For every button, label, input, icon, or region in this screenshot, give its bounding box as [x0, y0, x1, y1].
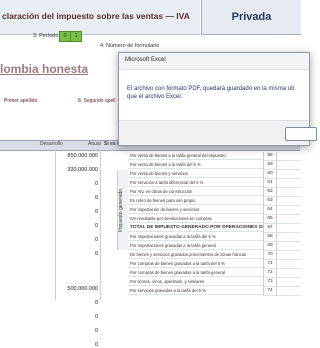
amount-cell[interactable]: 0 — [54, 237, 98, 243]
column-header: Anual — [88, 141, 101, 147]
form-row-code: 68 — [263, 233, 276, 242]
form-row-label: Por servicios gravados a la tarifa del 5… — [128, 287, 263, 295]
form-row-label: Por importaciones gravadas a la tarifa d… — [128, 233, 263, 241]
form-row-value[interactable] — [276, 215, 301, 224]
dialog-title: Microsoft Excel — [125, 57, 166, 63]
excel-dialog: Microsoft Excel El archivo con formato P… — [118, 52, 317, 146]
form-row-code: 64 — [263, 206, 276, 215]
amount-cell[interactable]: 850.000.000 — [54, 153, 98, 159]
form-row-code: 65 — [263, 215, 276, 224]
amount-cell[interactable]: 0 — [54, 223, 98, 229]
form-title: claración del impuesto sobre las ventas … — [2, 11, 190, 21]
form-row-code: 59 — [263, 161, 276, 170]
dialog-message-line: que el archivo Excel. — [127, 94, 183, 100]
form-row-code: 73 — [263, 278, 276, 287]
form-row-value[interactable] — [276, 251, 301, 260]
amount-cell[interactable]: 330.000.000 — [54, 167, 98, 173]
primer-apellido-label: Primer apellido — [4, 98, 38, 104]
form-row-code: 69 — [263, 242, 276, 251]
form-row-code: 63 — [263, 197, 276, 206]
form-row-value[interactable] — [276, 170, 301, 179]
form-row-label: De bienes y servicios gravados provenien… — [128, 251, 263, 259]
form-row-label: Por AIU en obras de construcción — [128, 188, 263, 196]
form-row-code: 60 — [263, 170, 276, 179]
form-row-value[interactable] — [276, 269, 301, 278]
form-row-label: Por importación de bienes y servicios — [128, 206, 263, 214]
form-row-label: Por licores, vinos, aperitivos, y simila… — [128, 278, 263, 286]
form-row-value[interactable] — [276, 233, 301, 242]
periodo-cell[interactable]: 1 — [70, 31, 82, 42]
amount-cell[interactable]: 0 — [54, 181, 98, 187]
form-row-label: Por compras de bienes gravados a la tari… — [128, 269, 263, 277]
amount-cell[interactable]: 0 — [54, 328, 98, 334]
ok-button[interactable] — [285, 127, 317, 141]
form-row-label: Por venta de bienes a la tarifa general … — [128, 152, 263, 160]
form-row-value[interactable] — [276, 224, 301, 233]
form-row-value[interactable] — [276, 179, 301, 188]
dialog-message-line: El archivo con formato PDF, quedará guar… — [127, 86, 295, 92]
segundo-apellido-label: 8. Segundo apell — [78, 98, 116, 104]
form-row-code: 58 — [263, 152, 276, 161]
form-row-code: 74 — [263, 287, 276, 296]
form-row-code: 61 — [263, 179, 276, 188]
amount-cell[interactable]: 0 — [54, 300, 98, 306]
form-row-code: 70 — [263, 251, 276, 260]
form-row-value[interactable] — [276, 197, 301, 206]
form-row-label: Por venta de bienes y servicios — [128, 170, 263, 178]
form-row-value[interactable] — [276, 242, 301, 251]
form-row-value[interactable] — [276, 278, 301, 287]
amount-cell[interactable]: 500.000.000 — [54, 286, 98, 292]
form-row-value[interactable] — [276, 206, 301, 215]
form-row-label: En retiro de bienes para uso propio — [128, 197, 263, 205]
form-row-label: Por venta de bienes a la tarifa del 5 % — [128, 161, 263, 169]
form-row-value[interactable] — [276, 152, 301, 161]
form-row-value[interactable] — [276, 161, 301, 170]
column-header: Desarrollo — [40, 141, 63, 147]
form-row-value[interactable] — [276, 188, 301, 197]
form-row-label: Por servicios a tarifa diferencial del 5… — [128, 179, 263, 187]
form-row-label: TOTAL DE IMPUESTO GENERADO POR OPERACION… — [128, 225, 263, 232]
numero-formulario-label: 4. Número de formulario — [100, 43, 160, 49]
dialog-footer — [119, 120, 317, 145]
form-row-code: 71 — [263, 260, 276, 269]
company-name: lombia honesta — [0, 62, 89, 76]
form-row-label: Por compras de bienes gravados a la tari… — [128, 260, 263, 268]
periodo-label: 3. Período — [33, 33, 59, 39]
column-divider — [100, 150, 101, 300]
form-row-value[interactable] — [276, 287, 301, 296]
amount-cell[interactable]: 0 — [54, 251, 98, 257]
form-row-code: 72 — [263, 269, 276, 278]
form-row-code: 62 — [263, 188, 276, 197]
amount-cell[interactable]: 0 — [54, 195, 98, 201]
dialog-titlebar[interactable]: Microsoft Excel — [119, 53, 309, 70]
dialog-message: El archivo con formato PDF, quedará guar… — [127, 85, 309, 101]
privacy-label: Privada — [201, 0, 301, 35]
section-vertical-label: Impuesto generado — [117, 170, 128, 250]
form-row-code: 67 — [263, 224, 276, 233]
amount-cell[interactable]: 0 — [54, 209, 98, 215]
form-row-label: IVA resultante por devoluciones en compr… — [128, 215, 263, 223]
form-row-label: Por importaciones gravadas a la tarifa g… — [128, 242, 263, 250]
amount-cell[interactable]: 0 — [54, 342, 98, 348]
form-row-value[interactable] — [276, 260, 301, 269]
amount-cell[interactable]: 0 — [54, 314, 98, 320]
